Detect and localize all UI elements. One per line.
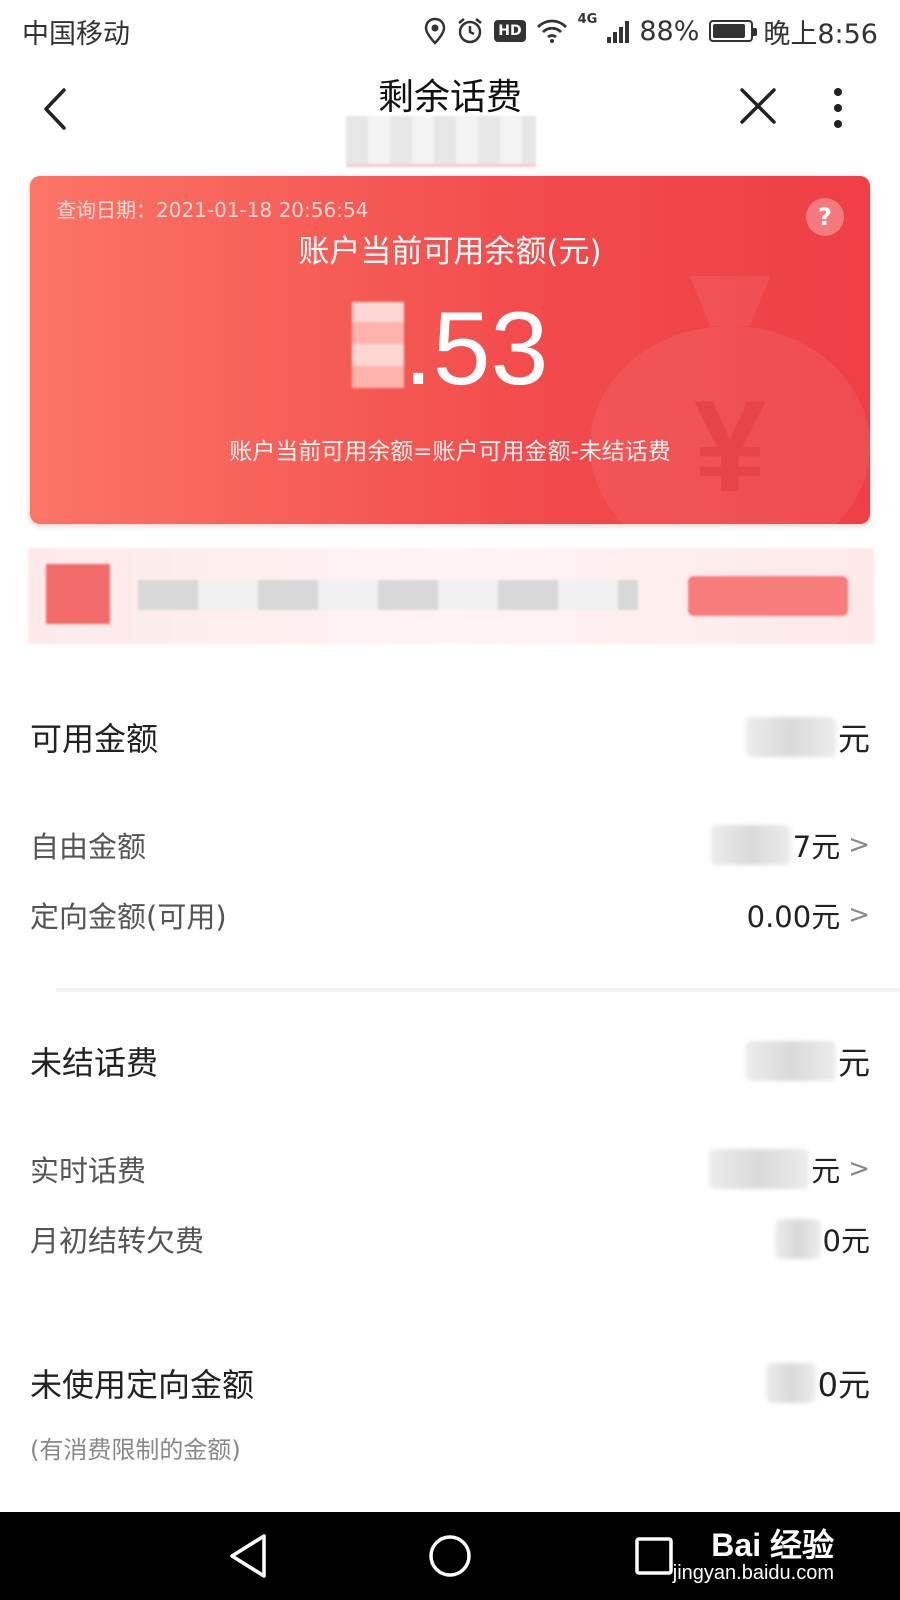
wifi-icon — [536, 19, 567, 43]
battery-percent: 88% — [639, 15, 700, 47]
section-divider — [56, 988, 900, 992]
status-bar: 中国移动 HD 4G 88% 晚上8:56 — [0, 0, 900, 62]
unused-directed-row: 未使用定向金额 0元 — [30, 1358, 870, 1408]
clock: 晚上8:56 — [763, 18, 878, 50]
month-start-arrears-label: 月初结转欠费 — [30, 1224, 205, 1258]
battery-level — [713, 24, 746, 38]
network-type: 4G — [577, 11, 598, 27]
query-date: 查询日期：2021-01-18 20:56:54 — [56, 198, 369, 222]
unused-directed-label: 未使用定向金额 — [30, 1366, 255, 1404]
balance-amount: .53 — [30, 284, 870, 414]
baidu-watermark: Bai 经验 jingyan.baidu.com — [673, 1520, 834, 1585]
phone-number-redacted — [346, 116, 536, 167]
battery-icon — [709, 20, 758, 42]
chevron-right-icon: > — [848, 830, 870, 860]
chevron-right-icon: > — [848, 900, 870, 930]
signal-icon — [607, 19, 630, 43]
more-icon[interactable] — [828, 84, 848, 132]
month-start-arrears-row: 月初结转欠费 0元 — [30, 1216, 870, 1262]
unused-directed-value: 0元 — [765, 1360, 870, 1406]
balance-formula: 账户当前可用余额=账户可用金额-未结话费 — [229, 439, 671, 465]
directed-available-value: 0.00元 > — [746, 900, 870, 934]
close-icon[interactable] — [736, 84, 780, 128]
realtime-fee-value: 元 > — [709, 1148, 870, 1190]
directed-available-label: 定向金额(可用) — [30, 900, 227, 934]
nav-home-icon[interactable] — [428, 1532, 472, 1580]
free-amount-value: 7元 > — [710, 824, 870, 866]
free-amount-label: 自由金额 — [30, 830, 147, 864]
chevron-right-icon: > — [848, 1154, 870, 1184]
status-icons: HD 4G 88% 晚上8:56 — [424, 12, 878, 51]
balance-amount-visible: .53 — [403, 291, 549, 407]
location-icon — [425, 17, 446, 45]
realtime-fee-label: 实时话费 — [30, 1154, 147, 1188]
directed-available-row[interactable]: 定向金额(可用) 0.00元 > — [30, 892, 870, 938]
nav-bar: 剩余话费 — [0, 62, 900, 167]
watermark-url: jingyan.baidu.com — [672, 1562, 834, 1584]
system-nav-bar: Bai 经验 jingyan.baidu.com — [0, 1512, 900, 1600]
unsettled-fee-row: 未结话费 元 — [30, 1036, 870, 1086]
unsettled-fee-label: 未结话费 — [30, 1044, 159, 1082]
realtime-fee-row[interactable]: 实时话费 元 > — [30, 1146, 870, 1192]
alarm-icon — [458, 18, 483, 44]
available-amount-value: 元 — [745, 714, 870, 760]
free-amount-row[interactable]: 自由金额 7元 > — [30, 822, 870, 868]
carrier-name: 中国移动 — [22, 18, 130, 50]
promo-banner-redacted[interactable] — [28, 548, 874, 644]
available-amount-label: 可用金额 — [30, 720, 159, 758]
balance-card: ¥ 查询日期：2021-01-18 20:56:54 ? 账户当前可用余额(元)… — [30, 176, 870, 524]
month-start-arrears-value: 0元 — [774, 1218, 870, 1260]
watermark-logo: Bai 经验 — [711, 1527, 834, 1563]
available-amount-row: 可用金额 元 — [30, 712, 870, 762]
nav-recent-icon[interactable] — [632, 1532, 676, 1580]
nav-back-icon[interactable] — [226, 1532, 270, 1580]
unsettled-fee-value: 元 — [745, 1038, 870, 1084]
unused-directed-note: (有消费限制的金额) — [30, 1436, 241, 1464]
balance-label: 账户当前可用余额(元) — [298, 234, 602, 270]
amount-redacted — [351, 302, 404, 388]
hd-icon: HD — [494, 20, 526, 42]
